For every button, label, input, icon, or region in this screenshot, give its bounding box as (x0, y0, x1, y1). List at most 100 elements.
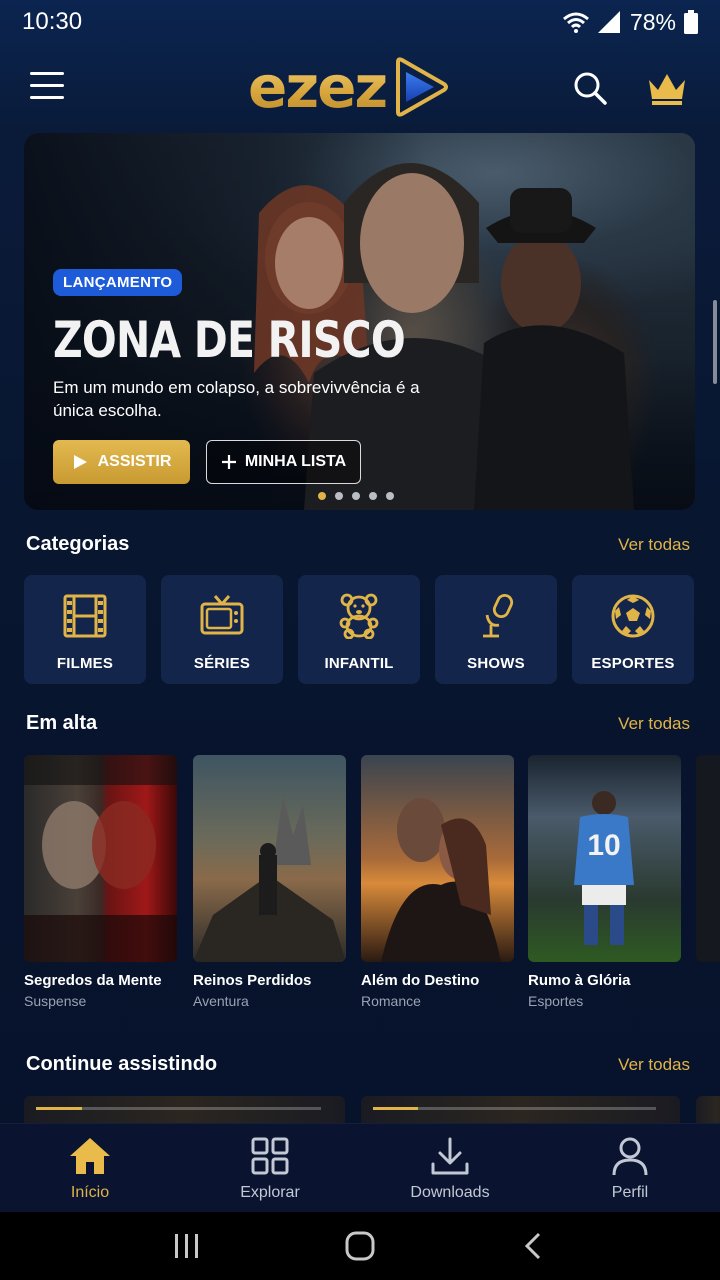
system-navigation-bar (0, 1212, 720, 1280)
film-icon (63, 594, 107, 638)
category-label: SHOWS (467, 655, 525, 672)
poster-genre: Suspense (24, 993, 87, 1009)
user-icon (612, 1137, 648, 1176)
my-list-button-label: MINHA LISTA (244, 453, 347, 470)
trending-list: Segredos da Mente Suspense Reinos Perdid… (24, 755, 720, 1015)
categories-see-all-link[interactable]: Ver todas (618, 535, 690, 555)
menu-button[interactable] (30, 72, 70, 104)
carousel-dots (318, 492, 394, 500)
menu-icon-line (30, 84, 64, 87)
category-kids[interactable]: INFANTIL (298, 575, 420, 684)
scrollbar[interactable] (713, 300, 717, 384)
app-screen: 10:30 78% ezez LANÇAMENTO ZONA DE RISCO … (0, 0, 720, 1280)
home-icon (70, 1138, 110, 1174)
trending-title: Em alta (26, 712, 98, 734)
home-system-button[interactable] (330, 1221, 390, 1271)
crown-icon (649, 74, 685, 105)
poster-genre: Esportes (528, 993, 584, 1009)
wifi-icon (562, 12, 589, 33)
menu-icon-line (30, 72, 64, 75)
progress-track (373, 1107, 656, 1110)
soccer-ball-icon (611, 594, 655, 638)
continue-see-all-link[interactable]: Ver todas (618, 1055, 690, 1075)
battery-percent: 78% (629, 8, 676, 35)
signal-icon (597, 11, 620, 33)
category-sports[interactable]: ESPORTES (572, 575, 694, 684)
grid-icon (251, 1137, 289, 1175)
carousel-dot[interactable] (318, 492, 326, 500)
play-icon (73, 455, 87, 469)
carousel-dot[interactable] (369, 492, 377, 500)
carousel-dot[interactable] (352, 492, 360, 500)
poster-genre: Romance (361, 993, 421, 1009)
poster-image (361, 755, 514, 962)
category-label: FILMES (56, 655, 114, 672)
categories-list: FILMES SÉRIES INFANTIL SHOWS ESPORTES (24, 575, 694, 684)
poster-title: Segredos da Mente (24, 972, 162, 989)
nav-label: Downloads (410, 1184, 490, 1201)
category-label: SÉRIES (193, 655, 251, 672)
category-series[interactable]: SÉRIES (161, 575, 283, 684)
poster-title: Rumo à Glória (528, 972, 631, 989)
poster-image (193, 755, 346, 962)
carousel-dot[interactable] (335, 492, 343, 500)
category-label: INFANTIL (324, 655, 394, 672)
app-logo: ezez (248, 53, 450, 121)
trending-item[interactable] (696, 755, 720, 962)
release-badge: LANÇAMENTO (53, 269, 183, 296)
poster-title: Reinos Perdidos (193, 972, 312, 989)
nav-downloads[interactable]: Downloads (360, 1124, 540, 1212)
carousel-dot[interactable] (386, 492, 394, 500)
microphone-icon (483, 593, 514, 638)
trending-see-all-link[interactable]: Ver todas (618, 714, 690, 734)
hero-content: LANÇAMENTO ZONA DE RISCO Em um mundo em … (53, 269, 482, 484)
nav-label: Perfil (611, 1184, 649, 1201)
categories-title: Categorias (26, 533, 130, 555)
trending-header: Em alta Ver todas (26, 712, 690, 735)
categories-header: Categorias Ver todas (26, 533, 690, 556)
continue-header: Continue assistindo Ver todas (26, 1053, 690, 1076)
home-circle-icon (345, 1231, 375, 1261)
trending-item[interactable]: Além do Destino Romance (361, 755, 514, 1009)
category-shows[interactable]: SHOWS (435, 575, 557, 684)
poster-title: Além do Destino (361, 972, 480, 989)
my-list-button[interactable]: MINHA LISTA (206, 440, 361, 484)
trending-item[interactable]: Segredos da Mente Suspense (24, 755, 177, 1009)
play-logo-icon (396, 57, 449, 117)
hero-title: ZONA DE RISCO (53, 311, 406, 369)
nav-label: Explorar (240, 1184, 300, 1201)
trending-item[interactable]: Reinos Perdidos Aventura (193, 755, 346, 1009)
hero-actions: ASSISTIR MINHA LISTA (53, 440, 482, 484)
continue-item[interactable] (361, 1096, 680, 1126)
nav-profile[interactable]: Perfil (540, 1124, 720, 1212)
plus-icon (221, 455, 236, 469)
recent-apps-icon (174, 1234, 198, 1258)
recent-apps-button[interactable] (157, 1221, 217, 1271)
poster-image: 10 (528, 755, 681, 962)
search-button[interactable] (572, 70, 608, 111)
category-label: ESPORTES (591, 655, 675, 672)
download-icon (431, 1137, 469, 1175)
status-icons: 78% (562, 9, 698, 36)
poster-genre: Aventura (193, 993, 249, 1009)
progress-fill (373, 1107, 419, 1110)
nav-home[interactable]: Início (0, 1124, 180, 1212)
bottom-navigation: Início Explorar Downloads Perfil (0, 1123, 720, 1212)
hero-banner[interactable]: LANÇAMENTO ZONA DE RISCO Em um mundo em … (24, 133, 695, 510)
status-time: 10:30 (22, 8, 83, 35)
premium-button[interactable] (646, 70, 688, 111)
poster-image (24, 755, 177, 962)
search-icon (574, 72, 607, 105)
continue-item[interactable] (696, 1096, 720, 1126)
watch-button[interactable]: ASSISTIR (53, 440, 190, 484)
watch-button-label: ASSISTIR (97, 453, 172, 470)
status-bar: 10:30 78% (0, 0, 720, 44)
nav-label: Início (70, 1184, 110, 1201)
nav-explore[interactable]: Explorar (180, 1124, 360, 1212)
trending-item[interactable]: 10 Rumo à Glória Esportes (528, 755, 681, 1009)
continue-item[interactable] (24, 1096, 345, 1126)
teddy-bear-icon (339, 593, 379, 639)
back-button[interactable] (503, 1221, 563, 1271)
category-movies[interactable]: FILMES (24, 575, 146, 684)
svg-text:10: 10 (587, 829, 620, 862)
